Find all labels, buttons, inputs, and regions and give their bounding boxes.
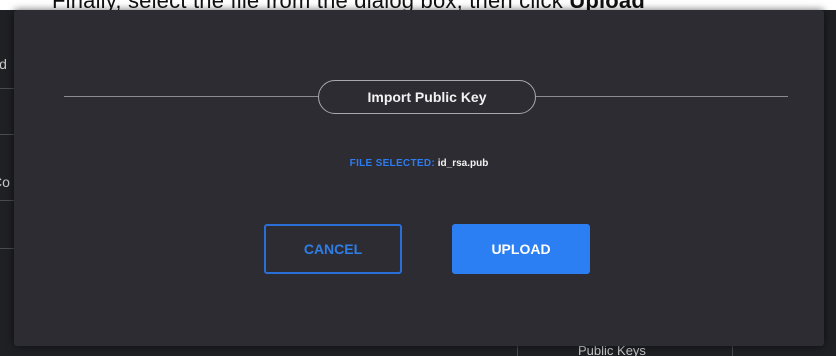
upload-button[interactable]: UPLOAD: [452, 224, 590, 274]
file-selected-row: FILE SELECTED: id_rsa.pub: [14, 158, 824, 169]
screenshot-stage: Finally, select the file from the dialog…: [0, 0, 836, 356]
background-divider: [517, 346, 518, 356]
background-divider: [0, 200, 14, 201]
background-divider: [0, 88, 14, 89]
dialog-title: Import Public Key: [318, 80, 536, 114]
file-selected-label: FILE SELECTED:: [349, 158, 435, 169]
cancel-button[interactable]: CANCEL: [264, 224, 402, 274]
import-public-key-dialog: Import Public Key FILE SELECTED: id_rsa.…: [14, 10, 824, 346]
title-divider-left: [64, 96, 318, 97]
background-text-fragment: ld: [0, 56, 7, 72]
background-divider: [0, 134, 14, 135]
background-divider: [732, 346, 733, 356]
file-name: id_rsa.pub: [437, 158, 489, 169]
background-divider: [0, 248, 14, 249]
background-text-fragment: Co: [0, 174, 10, 190]
title-divider-right: [536, 96, 788, 97]
